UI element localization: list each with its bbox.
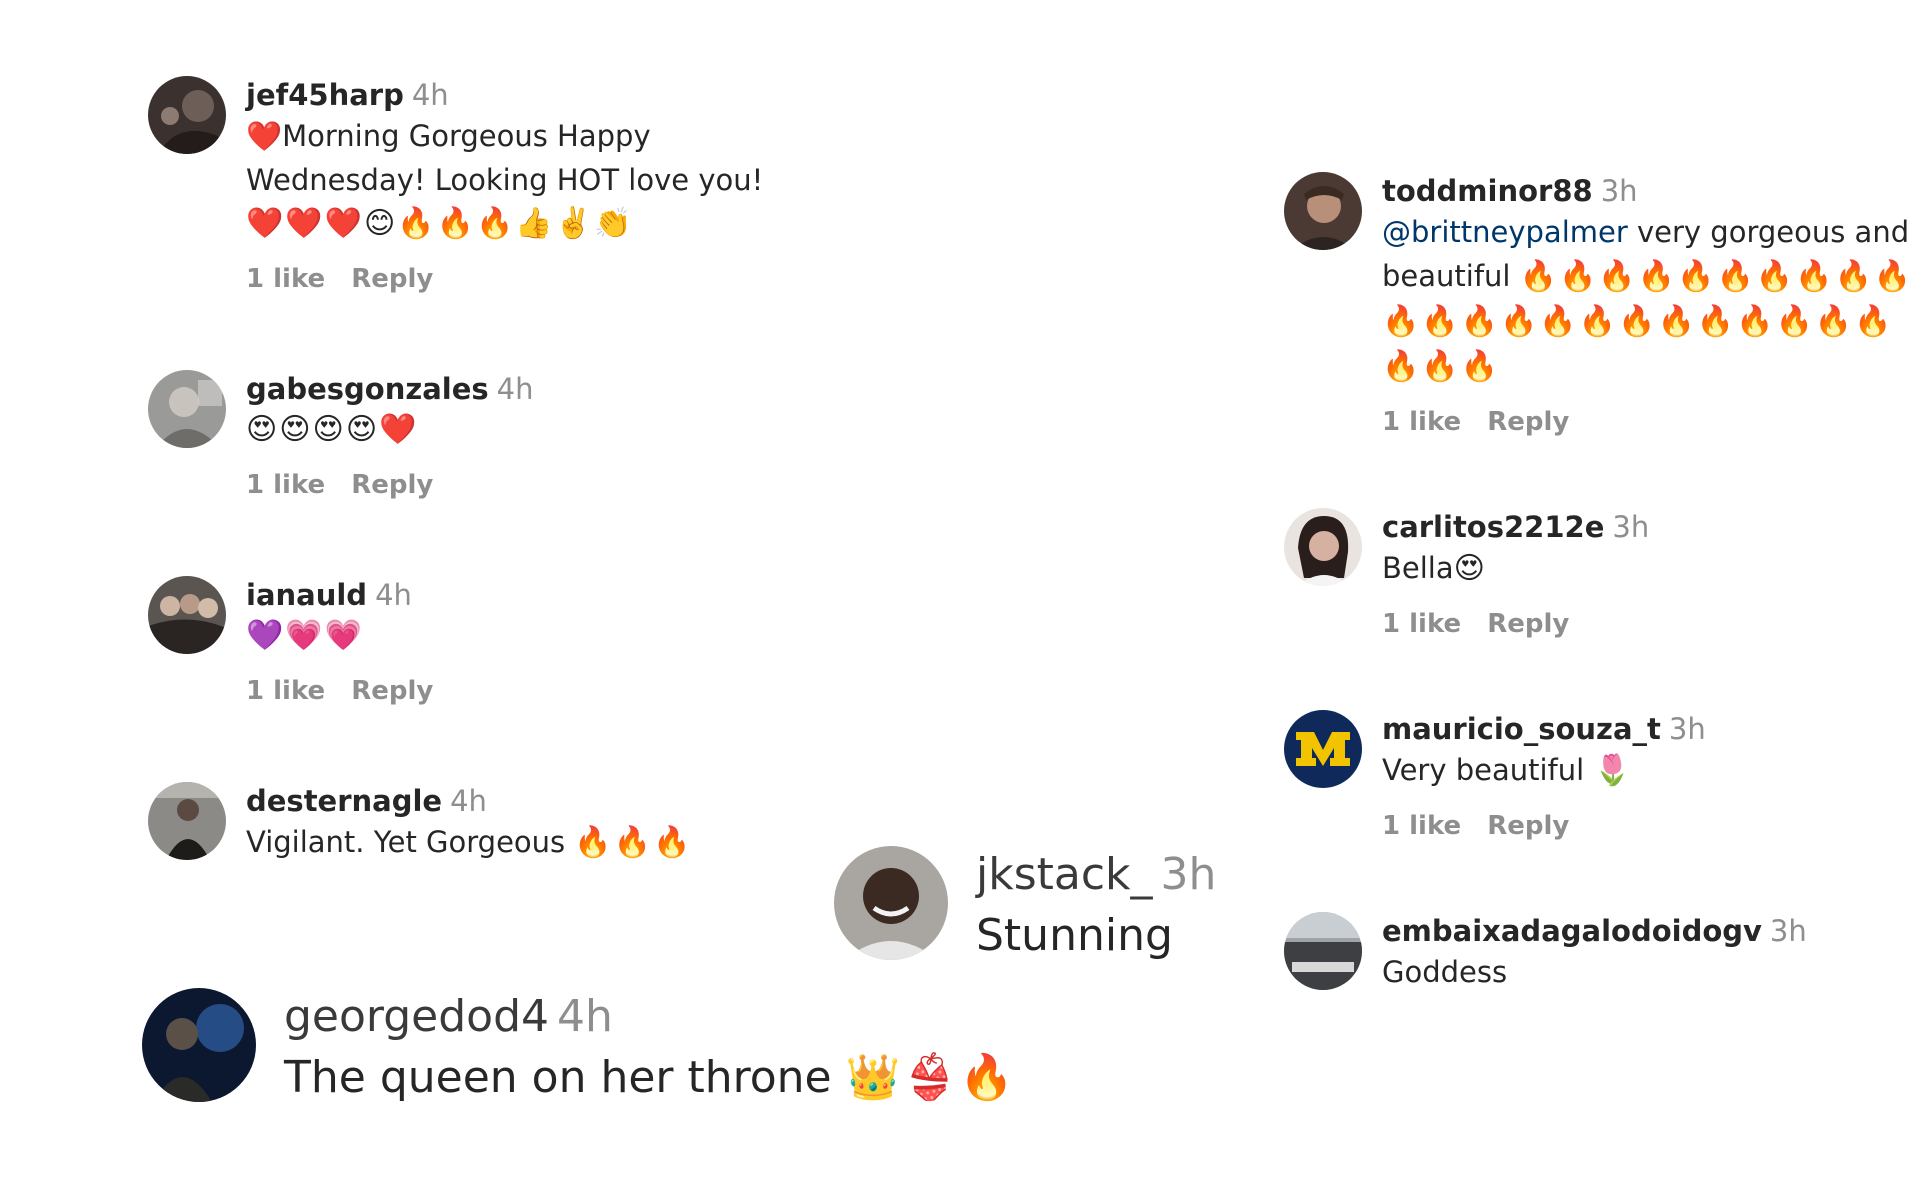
- timestamp[interactable]: 4h: [497, 372, 534, 406]
- avatar[interactable]: [148, 370, 226, 448]
- comment-text: Bella😍: [1382, 551, 1487, 586]
- comment-text: Very beautiful 🌷: [1382, 753, 1633, 788]
- timestamp[interactable]: 4h: [412, 78, 449, 112]
- avatar[interactable]: [142, 988, 256, 1102]
- comment-jkstack_: jkstack_ 3h Stunning: [834, 846, 1216, 968]
- avatar[interactable]: [1284, 172, 1362, 250]
- comment-georgedod4: georgedod4 4h The queen on her throne 👑👙🔥: [142, 988, 1016, 1110]
- comment-emojis: 💜💗💗: [246, 618, 365, 653]
- timestamp[interactable]: 4h: [450, 784, 487, 818]
- comment-text: Vigilant. Yet Gorgeous 🔥🔥🔥: [246, 825, 693, 860]
- comment-text: ❤️Morning Gorgeous Happy Wednesday! Look…: [246, 119, 764, 197]
- timestamp[interactable]: 3h: [1161, 849, 1217, 900]
- reply-button[interactable]: Reply: [1487, 407, 1569, 437]
- avatar[interactable]: [834, 846, 948, 960]
- username[interactable]: jkstack_: [976, 849, 1153, 900]
- likes-count[interactable]: 1 like: [1382, 609, 1461, 639]
- avatar[interactable]: [148, 782, 226, 860]
- username[interactable]: toddminor88: [1382, 174, 1593, 208]
- mention-link[interactable]: @brittneypalmer: [1382, 215, 1628, 249]
- likes-count[interactable]: 1 like: [246, 470, 325, 500]
- timestamp[interactable]: 4h: [557, 991, 613, 1042]
- comment-emojis: 👑👙🔥: [845, 1052, 1016, 1103]
- comment-toddminor88: toddminor88 3h @brittneypalmer very gorge…: [1284, 172, 1920, 437]
- comment-gabesgonzales: gabesgonzales 4h 😍😍😍😍❤️ 1 like Reply: [148, 370, 806, 500]
- comment-emojis: 🌷: [1593, 753, 1633, 788]
- avatar[interactable]: [148, 76, 226, 154]
- likes-count[interactable]: 1 like: [1382, 811, 1461, 841]
- avatar[interactable]: [1284, 508, 1362, 586]
- comment-emojis: 😍: [1453, 551, 1487, 586]
- timestamp[interactable]: 3h: [1770, 914, 1807, 948]
- timestamp[interactable]: 3h: [1612, 510, 1649, 544]
- timestamp[interactable]: 4h: [375, 578, 412, 612]
- comment-ianauld: ianauld 4h 💜💗💗 1 like Reply: [148, 576, 806, 706]
- comment-text: Stunning: [976, 910, 1173, 961]
- comment-jef45harp: jef45harp 4h ❤️Morning Gorgeous Happy Wed…: [148, 76, 806, 294]
- username[interactable]: jef45harp: [246, 78, 404, 112]
- username[interactable]: carlitos2212e: [1382, 510, 1604, 544]
- comment-text: @brittneypalmer very gorgeous and beauti…: [1382, 215, 1914, 384]
- username[interactable]: desternagle: [246, 784, 442, 818]
- avatar[interactable]: [148, 576, 226, 654]
- reply-button[interactable]: Reply: [351, 676, 433, 706]
- username[interactable]: ianauld: [246, 578, 367, 612]
- comment-emojis: 🔥🔥🔥: [574, 825, 693, 860]
- reply-button[interactable]: Reply: [1487, 811, 1569, 841]
- username[interactable]: embaixadagalodoidogv: [1382, 914, 1762, 948]
- username[interactable]: mauricio_souza_t: [1382, 712, 1661, 746]
- comment-text: The queen on her throne 👑👙🔥: [284, 1052, 1016, 1103]
- comment-mauricio_souza_t: mauricio_souza_t 3h Very beautiful 🌷 1 li…: [1284, 710, 1920, 841]
- username[interactable]: georgedod4: [284, 991, 549, 1042]
- reply-button[interactable]: Reply: [1487, 609, 1569, 639]
- likes-count[interactable]: 1 like: [246, 264, 325, 294]
- comment-emojis: 😍😍😍😍❤️: [246, 412, 419, 447]
- avatar[interactable]: [1284, 710, 1362, 788]
- reply-button[interactable]: Reply: [351, 470, 433, 500]
- avatar[interactable]: [1284, 912, 1362, 990]
- likes-count[interactable]: 1 like: [1382, 407, 1461, 437]
- timestamp[interactable]: 3h: [1669, 712, 1706, 746]
- timestamp[interactable]: 3h: [1601, 174, 1638, 208]
- comment-embaixadagalodoidogv: embaixadagalodoidogv 3h Goddess: [1284, 912, 1920, 994]
- username[interactable]: gabesgonzales: [246, 372, 489, 406]
- comment-emojis: ❤️❤️❤️😊🔥🔥🔥👍✌️👏: [246, 206, 634, 241]
- reply-button[interactable]: Reply: [351, 264, 433, 294]
- comment-carlitos2212e: carlitos2212e 3h Bella😍 1 like Reply: [1284, 508, 1920, 639]
- comment-desternagle: desternagle 4h Vigilant. Yet Gorgeous 🔥🔥🔥: [148, 782, 806, 865]
- likes-count[interactable]: 1 like: [246, 676, 325, 706]
- comment-text: Goddess: [1382, 955, 1508, 989]
